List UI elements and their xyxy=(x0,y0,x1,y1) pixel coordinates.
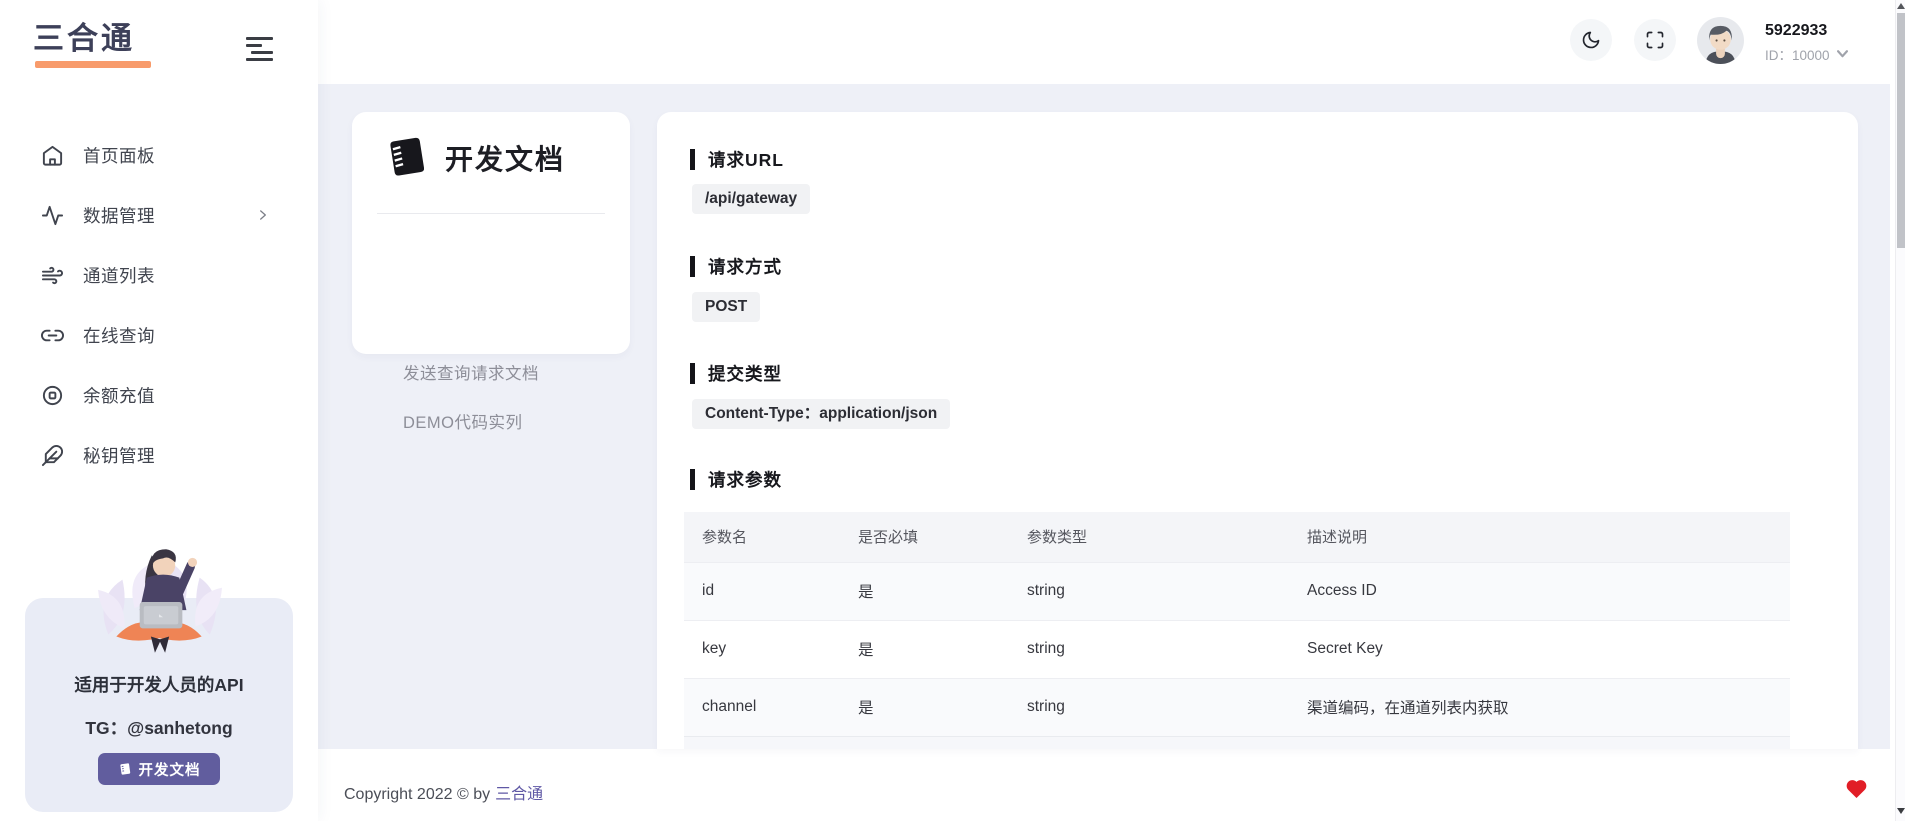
sidebar-item-label: 通道列表 xyxy=(83,263,155,288)
sidebar-item-dashboard[interactable]: 首页面板 xyxy=(18,131,300,179)
promo-telegram-contact: TG：@sanhetong xyxy=(0,715,318,740)
fullscreen-button[interactable] xyxy=(1634,19,1676,61)
cell-description: 渠道编码，在通道列表内获取 xyxy=(1289,678,1790,736)
cell-description: Access ID xyxy=(1289,562,1790,620)
table-header-row: 参数名 是否必填 参数类型 描述说明 xyxy=(684,512,1790,562)
sidebar-item-label: 数据管理 xyxy=(83,203,155,228)
book-icon xyxy=(382,135,428,181)
sidebar: 三合通 首页面板 数据管理 通道列表 在线查询 余额充值 秘钥管理 xyxy=(0,0,318,821)
cell-required: 是 xyxy=(840,620,1009,678)
sidebar-item-label: 在线查询 xyxy=(83,323,155,348)
page-scrollbar[interactable] xyxy=(1895,0,1905,821)
moon-icon xyxy=(1581,30,1601,50)
doc-nav-card: 开发文档 发送查询请求文档 DEMO代码实列 xyxy=(352,112,630,354)
sidebar-item-channel-list[interactable]: 通道列表 xyxy=(18,251,300,299)
scrollbar-up-arrow[interactable] xyxy=(1897,3,1905,9)
doc-nav-title: 开发文档 xyxy=(445,138,565,178)
dev-docs-button-label: 开发文档 xyxy=(139,759,201,780)
wind-icon xyxy=(41,264,64,287)
content-type-chip: Content-Type：application/json xyxy=(692,399,950,429)
section-title: 提交类型 xyxy=(708,361,782,386)
sidebar-item-data-management[interactable]: 数据管理 xyxy=(18,191,300,239)
section-title: 请求URL xyxy=(708,147,784,172)
cell-param-name: key xyxy=(684,620,840,678)
promo-title: 适用于开发人员的API xyxy=(0,672,318,697)
brand-logo-underline xyxy=(35,61,151,68)
col-header-description: 描述说明 xyxy=(1289,512,1790,562)
cell-description: Secret Key xyxy=(1289,620,1790,678)
table-row: id 是 string Access ID xyxy=(684,562,1790,620)
chevron-down-icon xyxy=(1837,50,1848,58)
section-bar xyxy=(690,256,695,277)
fullscreen-icon xyxy=(1645,30,1665,50)
dark-mode-button[interactable] xyxy=(1570,19,1612,61)
col-header-required: 是否必填 xyxy=(840,512,1009,562)
sidebar-item-label: 秘钥管理 xyxy=(83,443,155,468)
sidebar-item-key-management[interactable]: 秘钥管理 xyxy=(18,431,300,479)
cell-param-type: string xyxy=(1009,562,1289,620)
cell-param-type: string xyxy=(1009,678,1289,736)
logo-row: 三合通 xyxy=(0,0,318,85)
copyright-label: Copyright 2022 © by xyxy=(344,786,490,803)
section-request-url: 请求URL xyxy=(690,147,784,172)
section-bar xyxy=(690,149,695,170)
feather-icon xyxy=(41,444,64,467)
sidebar-item-balance-recharge[interactable]: 余额充值 xyxy=(18,371,300,419)
cell-param-name: id xyxy=(684,562,840,620)
section-title: 请求参数 xyxy=(708,467,782,492)
username: 5922933 xyxy=(1765,21,1848,40)
link-icon xyxy=(41,324,64,347)
section-content-type: 提交类型 xyxy=(690,361,782,386)
footer xyxy=(318,749,1895,821)
section-request-method: 请求方式 xyxy=(690,254,782,279)
cell-param-type: string xyxy=(1009,620,1289,678)
home-icon xyxy=(41,144,64,167)
col-header-param-name: 参数名 xyxy=(684,512,840,562)
section-bar xyxy=(690,363,695,384)
section-title: 请求方式 xyxy=(708,254,782,279)
table-row: key 是 string Secret Key xyxy=(684,620,1790,678)
brand-logo[interactable]: 三合通 xyxy=(33,22,151,68)
developer-illustration xyxy=(77,535,241,667)
doc-nav-link-send-query[interactable]: 发送查询请求文档 xyxy=(403,360,539,384)
book-icon xyxy=(118,762,132,776)
request-method-chip: POST xyxy=(692,292,760,322)
user-id-label: ID：10000 xyxy=(1765,44,1830,64)
request-url-chip: /api/gateway xyxy=(692,184,810,214)
divider xyxy=(377,213,605,214)
section-request-params: 请求参数 xyxy=(690,467,782,492)
section-bar xyxy=(690,469,695,490)
doc-nav-link-demo-code[interactable]: DEMO代码实列 xyxy=(403,409,523,433)
dev-docs-button[interactable]: 开发文档 xyxy=(98,753,220,785)
user-menu[interactable]: 5922933 ID：10000 xyxy=(1765,21,1848,64)
doc-content-card: 请求URL /api/gateway 请求方式 POST 提交类型 Conten… xyxy=(657,112,1858,749)
heart-icon xyxy=(1845,778,1868,799)
request-params-table: 参数名 是否必填 参数类型 描述说明 id 是 string Access ID… xyxy=(684,512,1790,736)
table-row: channel 是 string 渠道编码，在通道列表内获取 xyxy=(684,678,1790,736)
scrollbar-down-arrow[interactable] xyxy=(1897,808,1905,814)
disc-icon xyxy=(41,384,64,407)
sidebar-item-label: 首页面板 xyxy=(83,143,155,168)
chevron-right-icon xyxy=(256,208,270,222)
footer-brand-link[interactable]: 三合通 xyxy=(495,786,543,803)
table-next-row-sliver xyxy=(684,736,1790,749)
brand-logo-text: 三合通 xyxy=(33,22,151,56)
scrollbar-thumb[interactable] xyxy=(1897,13,1905,248)
cell-required: 是 xyxy=(840,562,1009,620)
col-header-param-type: 参数类型 xyxy=(1009,512,1289,562)
sidebar-toggle-icon[interactable] xyxy=(246,34,278,64)
activity-icon xyxy=(41,204,64,227)
avatar[interactable] xyxy=(1697,17,1744,64)
sidebar-item-label: 余额充值 xyxy=(83,383,155,408)
cell-required: 是 xyxy=(840,678,1009,736)
copyright-text: Copyright 2022 © by 三合通 xyxy=(344,780,543,804)
cell-param-name: channel xyxy=(684,678,840,736)
sidebar-item-online-query[interactable]: 在线查询 xyxy=(18,311,300,359)
